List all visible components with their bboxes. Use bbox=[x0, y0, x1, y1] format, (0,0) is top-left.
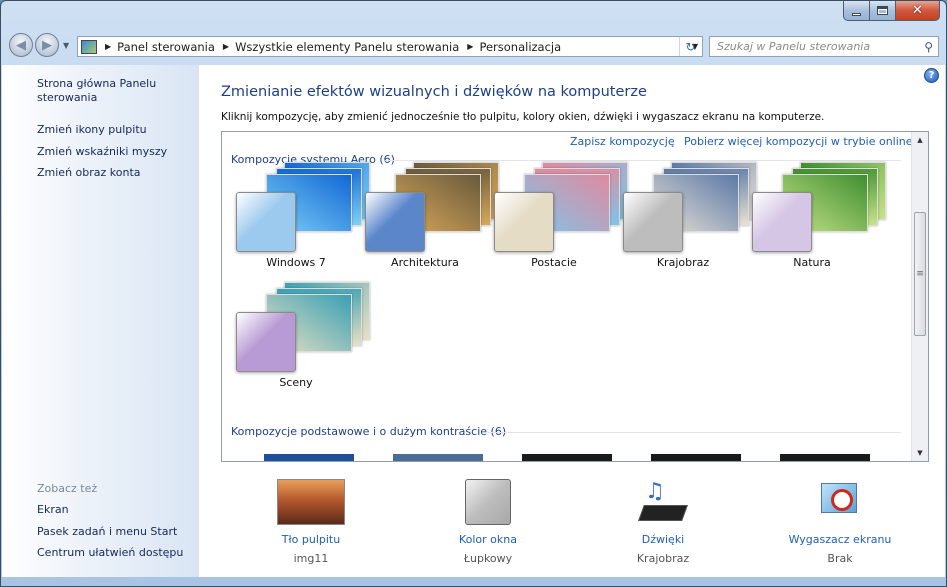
minimize-button[interactable] bbox=[843, 1, 870, 21]
theme-item[interactable]: Postacie bbox=[494, 162, 628, 272]
control-panel-icon bbox=[81, 39, 97, 54]
personalization-window: ✕ ◀ ▶ ▼ ▶ Panel sterowania ▶ Wszystkie ele… bbox=[0, 0, 947, 587]
sidebar: Strona główna Panelu sterowania Zmień ik… bbox=[2, 65, 199, 577]
screensaver-icon[interactable] bbox=[770, 479, 910, 527]
divider bbox=[385, 160, 901, 161]
vertical-scrollbar[interactable]: ▲ ≡ ▼ bbox=[911, 132, 928, 461]
theme-preview bbox=[752, 162, 886, 252]
basic-themes-header: Kompozycje podstawowe i o dużym kontraśc… bbox=[231, 425, 507, 438]
chevron-right-icon: ▶ bbox=[467, 42, 474, 51]
personalization-setting[interactable]: Kolor okna Łupkowy bbox=[418, 479, 558, 565]
personalization-setting[interactable]: ♫ Dźwięki Krajobraz bbox=[593, 479, 733, 565]
theme-item[interactable]: Natura bbox=[752, 162, 886, 272]
theme-preview bbox=[236, 162, 370, 252]
theme-label: Krajobraz bbox=[656, 256, 710, 269]
help-icon[interactable]: ? bbox=[924, 68, 939, 83]
theme-color-chip bbox=[365, 192, 425, 252]
setting-value: Krajobraz bbox=[636, 552, 690, 565]
sidebar-link-taskbar[interactable]: Pasek zadań i menu Start bbox=[37, 525, 177, 539]
theme-item[interactable]: Windows 7 bbox=[236, 162, 370, 272]
scroll-up-icon[interactable]: ▲ bbox=[912, 132, 928, 148]
theme-color-chip bbox=[236, 312, 296, 372]
sounds-icon[interactable]: ♫ bbox=[593, 479, 733, 527]
basic-theme-preview[interactable] bbox=[264, 454, 354, 461]
breadcrumb-label[interactable]: Panel sterowania bbox=[117, 40, 215, 54]
theme-label: Architektura bbox=[391, 256, 459, 269]
navigation-buttons: ◀ ▶ ▼ bbox=[9, 33, 69, 57]
setting-link[interactable]: Kolor okna bbox=[418, 533, 558, 546]
sidebar-link-account-picture[interactable]: Zmień obraz konta bbox=[37, 166, 141, 180]
basic-theme-preview[interactable] bbox=[522, 454, 612, 461]
theme-item[interactable]: Krajobraz bbox=[623, 162, 757, 272]
basic-theme-preview[interactable] bbox=[780, 454, 870, 461]
basic-theme-preview[interactable] bbox=[393, 454, 483, 461]
theme-color-chip bbox=[494, 192, 554, 252]
theme-preview bbox=[623, 162, 757, 252]
sidebar-link-control-panel-home[interactable]: Strona główna Panelu sterowania bbox=[37, 77, 167, 105]
personalization-setting[interactable]: Tło pulpitu img11 bbox=[241, 479, 381, 565]
forward-button[interactable]: ▶ bbox=[35, 33, 59, 57]
get-more-themes-link[interactable]: Pobierz więcej kompozycji w trybie onlin… bbox=[684, 135, 913, 148]
sidebar-link-ease-of-access[interactable]: Centrum ułatwień dostępu bbox=[37, 546, 183, 560]
theme-item[interactable]: Architektura bbox=[365, 162, 499, 272]
theme-preview bbox=[494, 162, 628, 252]
back-arrow-icon: ◀ bbox=[16, 37, 26, 53]
maximize-icon bbox=[877, 6, 888, 15]
theme-label: Natura bbox=[793, 256, 831, 269]
breadcrumb-item[interactable]: ▶ Panel sterowania bbox=[97, 40, 215, 54]
divider bbox=[488, 432, 901, 433]
page-subtitle: Kliknij kompozycję, aby zmienić jednocze… bbox=[221, 111, 825, 123]
setting-link[interactable]: Tło pulpitu bbox=[241, 533, 381, 546]
setting-value: Brak bbox=[827, 552, 853, 565]
setting-link[interactable]: Dźwięki bbox=[593, 533, 733, 546]
personalization-setting[interactable]: Wygaszacz ekranu Brak bbox=[770, 479, 910, 565]
theme-color-chip bbox=[623, 192, 683, 252]
see-also-header: Zobacz też bbox=[37, 482, 98, 495]
themes-panel: Zapisz kompozycję Pobierz więcej kompozy… bbox=[221, 131, 929, 462]
back-button[interactable]: ◀ bbox=[9, 33, 33, 57]
setting-link[interactable]: Wygaszacz ekranu bbox=[770, 533, 910, 546]
theme-label: Sceny bbox=[279, 376, 313, 389]
chevron-right-icon: ▶ bbox=[222, 42, 230, 51]
main-content: ? Zmienianie efektów wizualnych i dźwięk… bbox=[199, 65, 945, 577]
scroll-down-icon[interactable]: ▼ bbox=[912, 445, 928, 461]
desktop-background-icon[interactable] bbox=[241, 479, 381, 527]
window-color-icon[interactable] bbox=[418, 479, 558, 527]
breadcrumb-item[interactable]: ▶ Personalizacja bbox=[459, 40, 561, 54]
search-input[interactable]: Szukaj w Panelu sterowania ⚲ bbox=[709, 36, 939, 57]
close-icon: ✕ bbox=[912, 3, 923, 18]
theme-item[interactable]: Sceny bbox=[236, 282, 370, 392]
recent-pages-dropdown[interactable]: ▼ bbox=[63, 41, 69, 50]
theme-preview bbox=[236, 282, 370, 372]
setting-value: Łupkowy bbox=[463, 552, 513, 565]
minimize-icon bbox=[852, 12, 861, 16]
setting-value: img11 bbox=[293, 552, 329, 565]
theme-color-chip bbox=[236, 192, 296, 252]
breadcrumb-label[interactable]: Personalizacja bbox=[479, 40, 561, 54]
page-title: Zmienianie efektów wizualnych i dźwięków… bbox=[221, 84, 647, 100]
address-bar[interactable]: ▶ Panel sterowania ▶ Wszystkie elementy Pa… bbox=[77, 36, 703, 57]
save-theme-link[interactable]: Zapisz kompozycję bbox=[570, 135, 675, 148]
search-icon[interactable]: ⚲ bbox=[924, 40, 933, 54]
close-button[interactable]: ✕ bbox=[896, 1, 940, 21]
maximize-button[interactable] bbox=[870, 1, 896, 21]
theme-label: Postacie bbox=[531, 256, 577, 269]
theme-preview bbox=[365, 162, 499, 252]
caption-buttons: ✕ bbox=[843, 1, 940, 21]
forward-arrow-icon: ▶ bbox=[42, 37, 52, 53]
refresh-icon: ↻ bbox=[685, 39, 696, 54]
breadcrumb-item[interactable]: ▶ Wszystkie elementy Panelu sterowania bbox=[215, 40, 459, 54]
sidebar-link-display[interactable]: Ekran bbox=[37, 503, 69, 517]
sidebar-link-desktop-icons[interactable]: Zmień ikony pulpitu bbox=[37, 123, 147, 137]
scroll-thumb[interactable]: ≡ bbox=[914, 212, 926, 336]
basic-theme-preview[interactable] bbox=[651, 454, 741, 461]
sidebar-link-mouse-pointers[interactable]: Zmień wskaźniki myszy bbox=[37, 145, 167, 159]
breadcrumb-label[interactable]: Wszystkie elementy Panelu sterowania bbox=[235, 40, 459, 54]
refresh-button[interactable]: ↻ bbox=[679, 37, 701, 56]
search-placeholder: Szukaj w Panelu sterowania bbox=[717, 40, 871, 53]
theme-color-chip bbox=[752, 192, 812, 252]
theme-label: Windows 7 bbox=[266, 256, 326, 269]
chevron-right-icon: ▶ bbox=[105, 42, 112, 51]
